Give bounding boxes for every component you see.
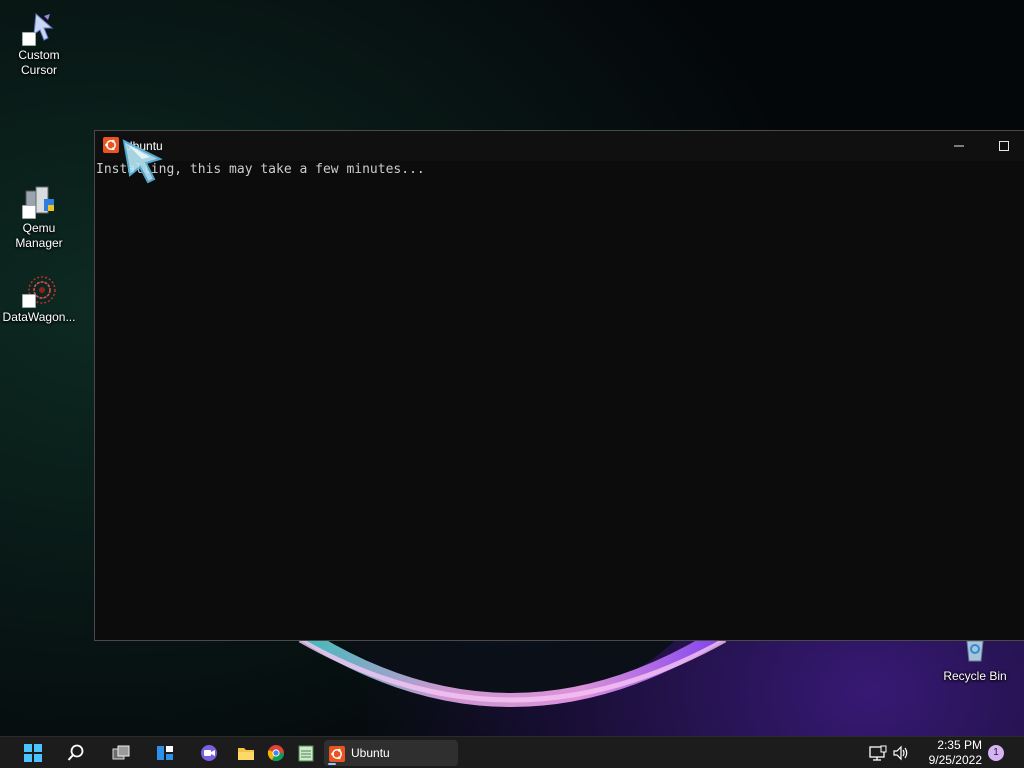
ubuntu-window[interactable]: Ubuntu Installing, this may take a few m… <box>94 130 1024 641</box>
shortcut-arrow-icon <box>22 205 36 219</box>
search-button[interactable] <box>62 740 90 766</box>
ubuntu-icon <box>103 137 119 153</box>
chrome-icon <box>267 745 285 762</box>
task-view-icon <box>112 745 130 760</box>
file-explorer-button[interactable] <box>232 740 260 766</box>
chat-icon <box>201 745 217 761</box>
volume-button[interactable] <box>888 740 916 766</box>
custom-cursor-icon <box>22 12 56 46</box>
desktop-icon-qemu-manager[interactable]: Qemu Manager <box>0 185 78 251</box>
ubuntu-icon <box>329 746 345 762</box>
maximize-icon <box>999 141 1009 151</box>
widgets-icon <box>157 746 173 760</box>
notepad-button[interactable] <box>292 740 320 766</box>
minimize-button[interactable] <box>936 131 982 161</box>
desktop-icon-label: Qemu <box>22 221 56 235</box>
desktop: Custom Cursor Qemu Manager DataWagon... <box>0 0 1024 768</box>
maximize-button[interactable] <box>981 131 1024 161</box>
minimize-icon <box>954 145 964 147</box>
volume-icon <box>893 745 908 761</box>
desktop-icon-custom-cursor[interactable]: Custom Cursor <box>0 12 78 78</box>
desktop-icon-label: Custom <box>18 48 60 62</box>
clock-time: 2:35 PM <box>937 738 982 752</box>
chat-button[interactable] <box>195 740 223 766</box>
start-button[interactable] <box>19 740 47 766</box>
shortcut-arrow-icon <box>22 294 36 308</box>
notification-badge[interactable]: 1 <box>988 745 1004 761</box>
task-view-button[interactable] <box>107 740 135 766</box>
search-icon <box>67 744 84 761</box>
network-icon <box>869 745 887 761</box>
chrome-button[interactable] <box>262 740 290 766</box>
start-icon <box>24 744 42 762</box>
desktop-icon-label: Recycle Bin <box>943 669 1007 683</box>
desktop-icon-label: Cursor <box>20 63 57 77</box>
title-bar[interactable]: Ubuntu <box>95 131 1024 161</box>
notepad-icon <box>298 745 314 762</box>
taskbar-app-ubuntu[interactable]: Ubuntu <box>324 740 458 766</box>
desktop-icon-label: Manager <box>15 236 63 250</box>
widgets-button[interactable] <box>151 740 179 766</box>
clock[interactable]: 2:35 PM 9/25/2022 <box>918 738 982 768</box>
qemu-manager-icon <box>22 185 56 219</box>
taskbar: Ubuntu 2:35 PM 9/25/2022 1 <box>0 736 1024 768</box>
mouse-pointer-icon <box>122 139 163 184</box>
active-indicator <box>328 763 336 765</box>
datawagon-icon <box>22 274 56 308</box>
clock-date: 9/25/2022 <box>928 753 982 767</box>
taskbar-app-label: Ubuntu <box>351 746 390 760</box>
desktop-icon-datawagon[interactable]: DataWagon... <box>0 274 78 325</box>
file-explorer-icon <box>238 748 254 760</box>
desktop-icon-label: DataWagon... <box>2 310 76 324</box>
shortcut-arrow-icon <box>22 32 36 46</box>
